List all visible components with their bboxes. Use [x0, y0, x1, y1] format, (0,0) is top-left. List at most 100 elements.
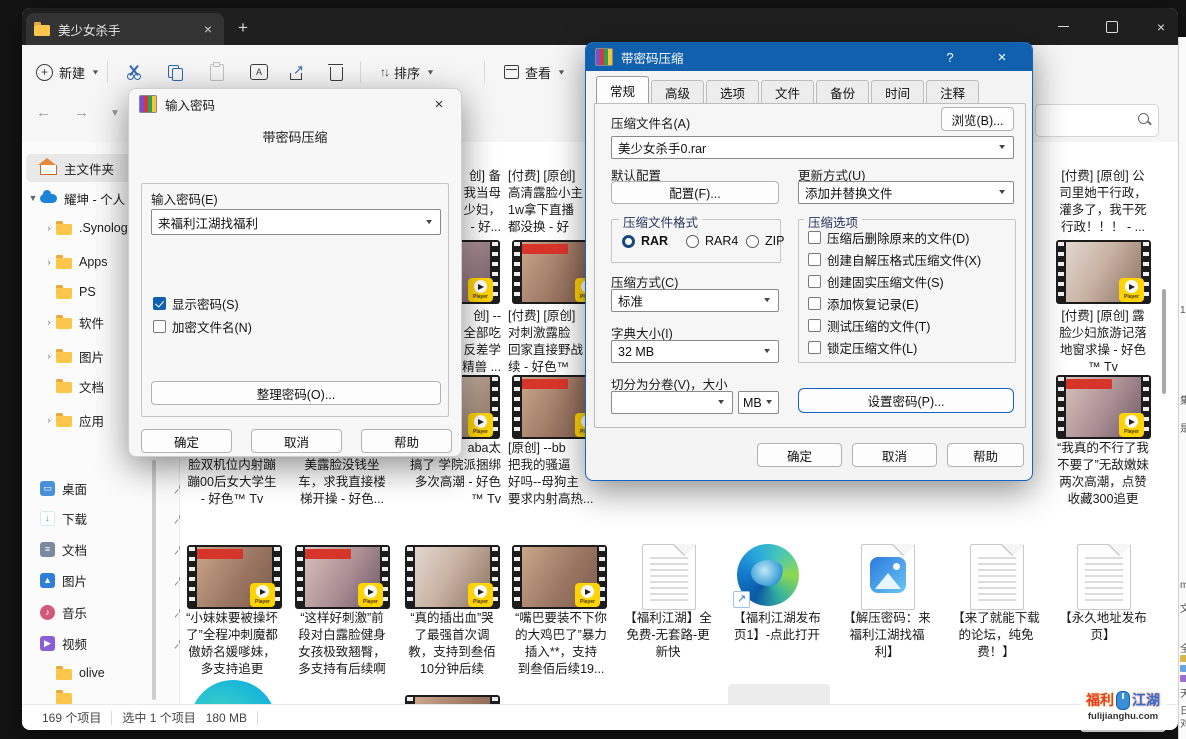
tab-time[interactable]: 时间	[871, 80, 924, 103]
lock-archive-checkbox[interactable]: 锁定压缩文件(L)	[808, 338, 917, 357]
chevron-down-icon[interactable]: ▼	[424, 218, 434, 226]
chevron-collapsed-icon[interactable]: ›	[42, 317, 56, 327]
compression-method-select[interactable]: 标准 ▼	[611, 289, 779, 312]
tab-backup[interactable]: 备份	[816, 80, 869, 103]
browse-button[interactable]: 浏览(B)...	[941, 107, 1014, 131]
chevron-down-icon[interactable]: ▼	[762, 348, 772, 356]
tab-close-icon[interactable]: ×	[200, 21, 216, 37]
recent-locations-chevron[interactable]: ▼	[110, 108, 120, 119]
sidebar-item-videos[interactable]: ▶ 视频	[26, 629, 188, 657]
file-name[interactable]: “嘴巴要装不下你 的大鸡巴了”暴力 插入**，支持 到叁佰后续19...	[506, 610, 616, 678]
chevron-down-icon[interactable]: ▼	[762, 297, 772, 305]
file-name[interactable]: 【来了就能下载 的论坛，纯免 费！】	[941, 610, 1051, 661]
text-file-icon[interactable]	[642, 544, 696, 610]
chevron-collapsed-icon[interactable]: ›	[42, 351, 56, 361]
back-button[interactable]: ←	[36, 104, 51, 121]
volume-size-input[interactable]: ▼	[611, 391, 733, 414]
minimize-button[interactable]	[1040, 8, 1086, 45]
edge-shortcut-icon[interactable]: ↗	[737, 544, 799, 606]
chevron-collapsed-icon[interactable]: ›	[42, 257, 56, 267]
format-rar-radio[interactable]: RAR	[622, 234, 668, 248]
delete-button[interactable]	[322, 55, 351, 89]
video-thumbnail[interactable]: Player	[187, 545, 282, 609]
video-thumbnail[interactable]: Player	[512, 545, 607, 609]
chevron-collapsed-icon[interactable]: ›	[42, 415, 56, 425]
explorer-tab[interactable]: 美少女杀手 ×	[26, 13, 224, 45]
file-name[interactable]: “这样好刺激”前 段对白露脸健身 女孩极致翘臀， 多支持有后续啊	[287, 610, 397, 678]
help-button[interactable]: 帮助	[947, 443, 1024, 467]
file-name[interactable]: “真的插出血”哭 了最强首次调 教，支持到叁佰 10分钟后续	[397, 610, 507, 678]
dialog-help-button[interactable]: ?	[932, 43, 968, 71]
text-file-icon[interactable]	[970, 544, 1024, 610]
sidebar-item-music[interactable]: ♪ 音乐	[26, 598, 188, 626]
tab-files[interactable]: 文件	[761, 80, 814, 103]
sidebar-scrollbar[interactable]	[152, 460, 156, 700]
tab-comment[interactable]: 注释	[926, 80, 979, 103]
solid-archive-checkbox[interactable]: 创建固实压缩文件(S)	[808, 272, 944, 291]
chevron-expanded-icon[interactable]: ▼	[26, 193, 40, 203]
tab-advanced[interactable]: 高级	[651, 80, 704, 103]
chevron-down-icon[interactable]: ▼	[997, 144, 1007, 152]
dialog-close-button[interactable]: ×	[417, 89, 461, 119]
sidebar-item-olive[interactable]: olive	[26, 659, 204, 687]
video-thumbnail[interactable]: Player	[1056, 375, 1151, 439]
sidebar-item-downloads[interactable]: ↓ 下载	[26, 504, 188, 532]
chevron-collapsed-icon[interactable]: ›	[42, 223, 56, 233]
sidebar-item-clipped[interactable]	[26, 689, 204, 705]
sidebar-item-desktop[interactable]: ▭ 桌面	[26, 474, 188, 502]
sidebar-item-pictures[interactable]: ▲ 图片	[26, 566, 188, 594]
chevron-down-icon[interactable]: ▼	[997, 189, 1007, 197]
file-name[interactable]: “我真的不行了我 不要了”无敌嫩妹 两次高潮，点赞 收藏300追更	[1048, 440, 1158, 508]
cancel-button[interactable]: 取消	[852, 443, 937, 467]
video-thumbnail[interactable]: Player	[1056, 240, 1151, 304]
close-button[interactable]: ×	[1138, 8, 1178, 45]
paste-button[interactable]	[202, 55, 232, 89]
encrypt-names-checkbox[interactable]: 加密文件名(N)	[153, 317, 252, 336]
cancel-button[interactable]: 取消	[251, 429, 342, 453]
cut-button[interactable]	[118, 55, 150, 89]
sfx-checkbox[interactable]: 创建自解压格式压缩文件(X)	[808, 250, 981, 269]
test-files-checkbox[interactable]: 测试压缩的文件(T)	[808, 316, 930, 335]
chevron-down-icon[interactable]: ▼	[716, 399, 726, 407]
app-icon-partial[interactable]	[190, 680, 276, 705]
new-button[interactable]: + 新建 ▼	[28, 55, 108, 89]
archive-name-input[interactable]: 美少女杀手0.rar ▼	[611, 136, 1014, 159]
tab-general[interactable]: 常规	[596, 76, 649, 103]
password-input[interactable]: 来福利江湖找福利 ▼	[151, 209, 441, 235]
dialog-close-button[interactable]: ×	[982, 43, 1022, 71]
ok-button[interactable]: 确定	[757, 443, 842, 467]
file-name[interactable]: 【解压密码：来 福利江湖找福 利】	[832, 610, 942, 661]
recovery-record-checkbox[interactable]: 添加恢复记录(E)	[808, 294, 919, 313]
sidebar-item-documents[interactable]: ≡ 文档	[26, 535, 188, 563]
file-name[interactable]: 【永久地址发布 页】	[1048, 610, 1158, 644]
organize-passwords-button[interactable]: 整理密码(O)...	[151, 381, 441, 405]
video-thumbnail[interactable]: Player	[405, 545, 500, 609]
ok-button[interactable]: 确定	[141, 429, 232, 453]
delete-files-checkbox[interactable]: 压缩后删除原来的文件(D)	[808, 228, 969, 247]
chevron-down-icon[interactable]: ▼	[764, 399, 774, 407]
view-button[interactable]: 查看 ▼	[496, 55, 574, 89]
format-zip-radio[interactable]: ZIP	[746, 234, 784, 248]
forward-button[interactable]: →	[74, 104, 89, 121]
tab-options[interactable]: 选项	[706, 80, 759, 103]
text-file-icon[interactable]	[1077, 544, 1131, 610]
sort-button[interactable]: ↑↓ 排序 ▼	[372, 55, 443, 89]
maximize-button[interactable]	[1089, 8, 1135, 45]
video-thumbnail[interactable]: Player	[295, 545, 390, 609]
help-button[interactable]: 帮助	[361, 429, 452, 453]
show-password-checkbox[interactable]: 显示密码(S)	[153, 294, 239, 313]
search-input[interactable]	[1035, 104, 1159, 137]
file-name[interactable]: “小妹妹要被操坏 了”全程冲刺魔都 傲娇名媛嗲妹， 多支持追更	[180, 610, 287, 678]
file-name[interactable]: [付费] [原创] 公 司里她干行政， 灌多了，我干死 行政！！！ - ...	[1048, 168, 1158, 236]
rename-button[interactable]: A	[242, 55, 276, 89]
update-mode-select[interactable]: 添加并替换文件 ▼	[798, 181, 1014, 204]
dictionary-size-select[interactable]: 32 MB ▼	[611, 340, 779, 363]
copy-button[interactable]	[160, 55, 191, 89]
volume-unit-select[interactable]: MB ▼	[738, 391, 779, 414]
new-tab-button[interactable]: +	[238, 18, 248, 38]
file-name[interactable]: 【福利江湖】全 免费-无套路-更 新快	[613, 610, 723, 661]
content-scrollbar[interactable]	[1162, 289, 1166, 394]
share-button[interactable]	[282, 55, 313, 89]
file-name[interactable]: [付费] [原创] 露 脸少妇旅游记落 地窗求操 - 好色 ™ Tv	[1048, 308, 1158, 376]
set-password-button[interactable]: 设置密码(P)...	[798, 388, 1014, 413]
